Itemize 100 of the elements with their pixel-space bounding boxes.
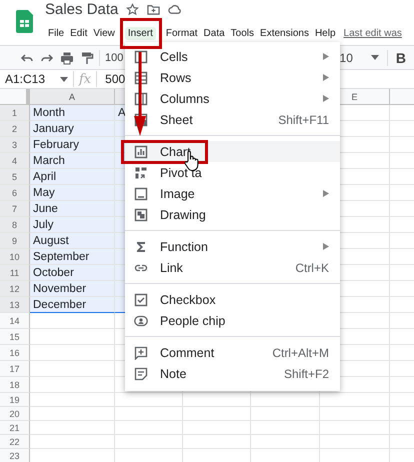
- table-cell: [115, 407, 183, 421]
- columns-icon: [134, 92, 148, 106]
- menu-item[interactable]: Comment Ctrl+Alt+M: [125, 342, 340, 363]
- menu-item[interactable]: Image: [125, 183, 340, 204]
- row-header[interactable]: 10: [0, 249, 30, 265]
- row-header[interactable]: 4: [0, 153, 30, 169]
- menu-item[interactable]: Function: [125, 236, 340, 257]
- row-header[interactable]: 13: [0, 297, 30, 313]
- table-cell: [320, 393, 390, 407]
- menu-item[interactable]: Format: [162, 26, 201, 40]
- menu-item[interactable]: Link Ctrl+K: [125, 257, 340, 278]
- sheets-logo-icon[interactable]: [16, 10, 33, 33]
- table-cell: [320, 421, 390, 435]
- row-header[interactable]: 12: [0, 281, 30, 297]
- row-header[interactable]: 18: [0, 377, 30, 393]
- table-cell: June: [30, 201, 115, 217]
- menu-item-label: Link: [160, 260, 184, 274]
- sigma-icon: [134, 240, 148, 254]
- table-cell: [251, 393, 320, 407]
- function-label: fx: [79, 72, 92, 86]
- shortcut-text: Shift+F2: [284, 366, 329, 380]
- table-cell: [183, 407, 251, 421]
- note-icon: [134, 366, 148, 380]
- row-header[interactable]: 9: [0, 233, 30, 249]
- font-size-value[interactable]: 10: [340, 50, 353, 64]
- menu-item[interactable]: File: [45, 26, 68, 40]
- row-header[interactable]: 14: [0, 313, 30, 329]
- row-header[interactable]: 17: [0, 361, 30, 377]
- row-header[interactable]: 1: [0, 105, 30, 121]
- table-cell: May: [30, 185, 115, 201]
- last-edit-link[interactable]: Last edit was: [344, 28, 402, 38]
- drawing-icon: [134, 208, 148, 222]
- table-cell: [183, 421, 251, 435]
- row-header[interactable]: 15: [0, 329, 30, 345]
- row-header[interactable]: 2: [0, 121, 30, 137]
- row-header[interactable]: 21: [0, 421, 30, 435]
- menu-item[interactable]: Extensions: [257, 26, 312, 40]
- name-box[interactable]: A1:C13: [5, 72, 60, 86]
- row-header[interactable]: 11: [0, 265, 30, 281]
- menu-item[interactable]: People chip: [125, 310, 340, 331]
- star-icon[interactable]: [126, 3, 140, 16]
- row-header[interactable]: 22: [0, 435, 30, 449]
- menu-item-label: Function: [160, 240, 209, 254]
- menu-item[interactable]: Cells: [125, 46, 340, 67]
- menu-item[interactable]: View: [90, 26, 118, 40]
- formula-field[interactable]: 500: [105, 72, 126, 86]
- folder-icon[interactable]: [147, 3, 160, 16]
- menu-item[interactable]: Rows: [125, 67, 340, 88]
- menu-item[interactable]: Data: [200, 26, 228, 40]
- comment-icon: [134, 346, 148, 360]
- paint-format-icon[interactable]: [80, 50, 94, 64]
- menu-item-label: Note: [160, 366, 188, 380]
- chart-icon: [134, 144, 148, 158]
- row-header[interactable]: 3: [0, 137, 30, 153]
- table-cell: April: [30, 169, 115, 185]
- menu-item-label: Drawing: [160, 208, 207, 222]
- menu-item-label: Comment: [160, 346, 216, 360]
- row-header[interactable]: 7: [0, 201, 30, 217]
- row-header[interactable]: 8: [0, 217, 30, 233]
- row-header[interactable]: 6: [0, 185, 30, 201]
- table-cell: [115, 421, 183, 435]
- table-cell: February: [30, 137, 115, 153]
- caret-icon[interactable]: [60, 76, 68, 82]
- menu-item[interactable]: Tools: [228, 26, 258, 40]
- column-header[interactable]: A: [30, 89, 115, 105]
- row-header[interactable]: 16: [0, 345, 30, 361]
- caret-icon[interactable]: [370, 55, 379, 60]
- menu-item[interactable]: Help: [312, 26, 339, 40]
- table-cell: December: [30, 297, 115, 313]
- menu-item[interactable]: Insert: [124, 26, 156, 40]
- bold-button[interactable]: B: [396, 50, 406, 66]
- rows-icon: [134, 70, 148, 84]
- table-cell: November: [30, 281, 115, 297]
- checkbox-icon: [134, 292, 148, 306]
- menu-item[interactable]: Note Shift+F2: [125, 363, 340, 384]
- print-icon[interactable]: [60, 50, 74, 64]
- document-title[interactable]: Sales Data: [45, 3, 118, 17]
- shortcut-text: Ctrl+K: [295, 260, 329, 274]
- row-header[interactable]: 23: [0, 449, 30, 462]
- menu-item-label: People chip: [160, 314, 226, 328]
- pivot-table-icon: [134, 166, 148, 180]
- cell-icon: [134, 50, 148, 64]
- menu-item-label: Cells: [160, 50, 189, 64]
- table-cell: October: [30, 265, 115, 281]
- menu-item-label: Columns: [160, 92, 210, 106]
- zoom-value[interactable]: 100: [105, 52, 124, 64]
- menu-item-label: Rows: [160, 70, 192, 84]
- row-header[interactable]: 5: [0, 169, 30, 185]
- row-header[interactable]: 20: [0, 407, 30, 421]
- cloud-icon[interactable]: [168, 3, 182, 16]
- menu-item[interactable]: Checkbox: [125, 289, 340, 310]
- table-cell: [115, 393, 183, 407]
- table-cell: [320, 407, 390, 421]
- menu-item[interactable]: Edit: [67, 26, 90, 40]
- menu-item-label: Checkbox: [160, 292, 217, 306]
- shortcut-text: Shift+F11: [278, 112, 329, 126]
- person-chip-icon: [134, 314, 148, 328]
- menu-item[interactable]: Drawing: [125, 204, 340, 225]
- image-icon: [134, 186, 148, 200]
- row-header[interactable]: 19: [0, 393, 30, 407]
